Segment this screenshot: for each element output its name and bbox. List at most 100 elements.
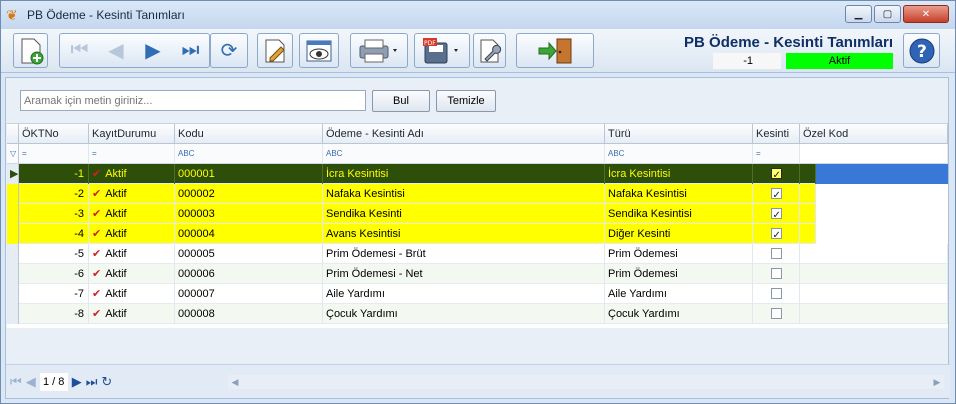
kesinti-checkbox[interactable] [770,206,782,224]
help-icon: ? [909,38,934,63]
cell-kodu: 000004 [175,224,323,244]
cell-oktno: -4 [19,224,89,244]
cell-kodu: 000001 [175,164,323,184]
previous-page-icon[interactable]: ◀ [26,374,36,390]
clear-button[interactable]: Temizle [436,90,496,112]
row-selector [7,304,19,324]
cell-kesinti [753,284,800,304]
filter-turu[interactable]: ABC [605,144,753,164]
row-tail [816,224,948,244]
table-row[interactable]: -4 ✔ Aktif 000004 Avans Kesintisi Diğer K… [7,224,948,244]
row-selector [7,204,19,224]
last-icon: ⏭ [181,39,200,61]
cell-turu: İcra Kesintisi [605,164,753,184]
close-icon: ✕ [921,8,931,20]
last-record-button[interactable]: ⏭ [172,33,209,68]
cell-kodu: 000003 [175,204,323,224]
horizontal-scrollbar[interactable]: ◀ ▶ [228,375,944,389]
row-indicator-header [7,124,19,144]
export-pdf-button[interactable]: PDF [414,33,470,68]
grid-filter-row: ▽ = = ABC ABC ABC = [7,144,948,164]
status-check-icon: ✔ [92,308,102,320]
row-selector [7,184,19,204]
minimize-button[interactable]: ▁ [845,5,872,23]
cell-kesinti [753,244,800,264]
filter-kayitdurumu[interactable]: = [89,144,175,164]
column-header-kesinti[interactable]: Kesinti [753,124,800,144]
column-header-oktno[interactable]: ÖKTNo [19,124,89,144]
title-bar[interactable]: ❦ PB Ödeme - Kesinti Tanımları ▁ ▢ ✕ [1,1,955,29]
column-header-ozel-kod[interactable]: Özel Kod [800,124,948,144]
find-button[interactable]: Bul [372,90,430,112]
cell-oktno: -2 [19,184,89,204]
new-record-button[interactable] [13,33,48,68]
row-selector-icon: ▶ [7,164,19,184]
cell-ozel-kod [800,284,948,304]
column-header-kodu[interactable]: Kodu [175,124,323,144]
cell-turu: Diğer Kesinti [605,224,753,244]
print-button[interactable] [350,33,408,68]
minimize-icon: ▁ [854,8,863,20]
cell-ozel-kod [800,204,816,224]
scroll-right-icon[interactable]: ▶ [930,375,944,389]
kesinti-checkbox[interactable] [770,226,782,244]
filter-ozel-kod[interactable] [800,144,948,164]
data-grid[interactable]: ÖKTNo KayıtDurumu Kodu Ödeme - Kesinti A… [7,123,948,328]
status-check-icon: ✔ [92,268,102,280]
cell-kayitdurumu: ✔ Aktif [89,304,175,324]
status-check-icon: ✔ [92,188,102,200]
cell-odeme-kesinti-adi: Prim Ödemesi - Net [323,264,605,284]
cell-kodu: 000008 [175,304,323,324]
kesinti-checkbox[interactable] [770,288,782,299]
column-header-odeme-kesinti-adi[interactable]: Ödeme - Kesinti Adı [323,124,605,144]
kesinti-checkbox[interactable] [770,166,782,184]
status-label: Aktif [105,288,127,300]
table-row[interactable]: -3 ✔ Aktif 000003 Sendika Kesinti Sendika… [7,204,948,224]
maximize-button[interactable]: ▢ [874,5,901,23]
cell-odeme-kesinti-adi: Çocuk Yardımı [323,304,605,324]
table-row[interactable]: -2 ✔ Aktif 000002 Nafaka Kesintisi Nafaka… [7,184,948,204]
table-row[interactable]: -5 ✔ Aktif 000005 Prim Ödemesi - Brüt Pri… [7,244,948,264]
help-button[interactable]: ? [903,33,940,68]
scroll-left-icon[interactable]: ◀ [228,375,242,389]
content-panel: Bul Temizle ÖKTNo KayıtDurumu Kodu Ödeme… [5,77,950,399]
edit-button[interactable] [257,33,293,68]
row-tail [816,204,948,224]
first-record-button[interactable]: ⏮ [61,33,98,68]
preview-button[interactable] [299,33,339,68]
filter-odeme-kesinti-adi[interactable]: ABC [323,144,605,164]
first-page-icon[interactable]: ⏮ [10,374,22,390]
exit-door-icon [538,38,572,63]
svg-text:PDF: PDF [424,40,436,47]
exit-button[interactable] [516,33,594,68]
kesinti-checkbox[interactable] [770,268,782,279]
status-check-icon: ✔ [92,168,102,180]
next-page-icon[interactable]: ▶ [72,374,82,390]
tools-button[interactable] [473,33,506,68]
printer-icon [359,39,397,62]
last-page-icon[interactable]: ⏭ [86,374,98,390]
cell-ozel-kod [800,244,948,264]
table-row[interactable]: -7 ✔ Aktif 000007 Aile Yardımı Aile Yardı… [7,284,948,304]
filter-kodu[interactable]: ABC [175,144,323,164]
close-button[interactable]: ✕ [903,5,949,23]
record-id-display: -1 [713,53,781,69]
table-row[interactable]: ▶ -1 ✔ Aktif 000001 İcra Kesintisi İcra K… [7,164,948,184]
table-row[interactable]: -8 ✔ Aktif 000008 Çocuk Yardımı Çocuk Yar… [7,304,948,324]
filter-oktno[interactable]: = [19,144,89,164]
kesinti-checkbox[interactable] [770,308,782,319]
kesinti-checkbox[interactable] [770,186,782,204]
table-row[interactable]: -6 ✔ Aktif 000006 Prim Ödemesi - Net Prim… [7,264,948,284]
refresh-grid-icon[interactable]: ↻ [101,374,112,390]
previous-record-button[interactable]: ◀ [98,33,134,68]
column-header-kayitdurumu[interactable]: KayıtDurumu [89,124,175,144]
column-header-turu[interactable]: Türü [605,124,753,144]
cell-ozel-kod [800,224,816,244]
search-input[interactable] [20,90,366,111]
refresh-button[interactable]: ⟳ [210,33,248,68]
filter-kesinti[interactable]: = [753,144,800,164]
kesinti-checkbox[interactable] [770,248,782,259]
next-record-button[interactable]: ▶ [135,33,171,68]
cell-turu: Nafaka Kesintisi [605,184,753,204]
cell-ozel-kod [800,304,948,324]
